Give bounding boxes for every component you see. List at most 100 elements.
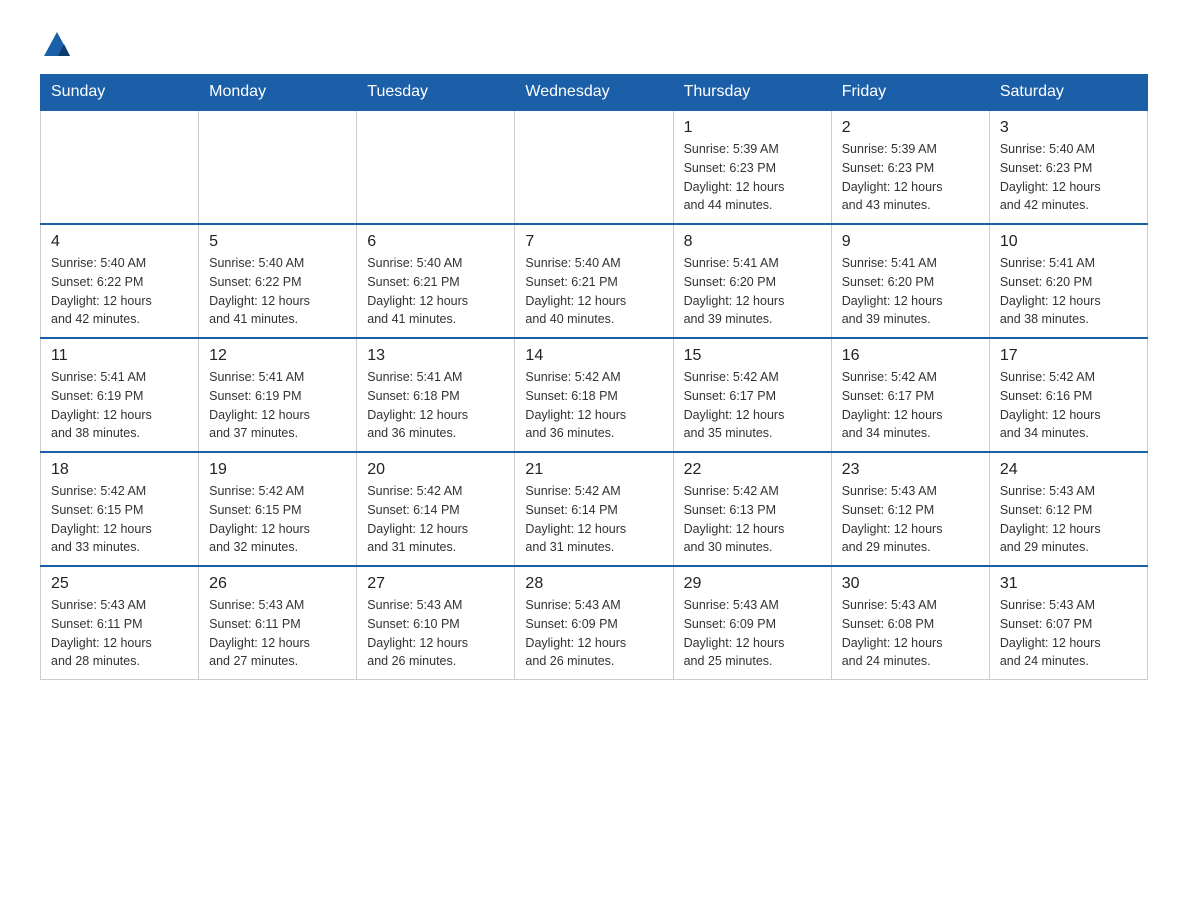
day-number: 24 bbox=[1000, 461, 1137, 479]
day-info: Sunrise: 5:41 AM Sunset: 6:20 PM Dayligh… bbox=[842, 254, 979, 329]
day-number: 20 bbox=[367, 461, 504, 479]
week-row-4: 18 Sunrise: 5:42 AM Sunset: 6:15 PM Dayli… bbox=[41, 452, 1148, 566]
calendar-cell: 25 Sunrise: 5:43 AM Sunset: 6:11 PM Dayli… bbox=[41, 566, 199, 680]
week-row-5: 25 Sunrise: 5:43 AM Sunset: 6:11 PM Dayli… bbox=[41, 566, 1148, 680]
day-info: Sunrise: 5:41 AM Sunset: 6:19 PM Dayligh… bbox=[209, 368, 346, 443]
calendar-cell: 23 Sunrise: 5:43 AM Sunset: 6:12 PM Dayli… bbox=[831, 452, 989, 566]
day-info: Sunrise: 5:42 AM Sunset: 6:15 PM Dayligh… bbox=[51, 482, 188, 557]
day-number: 15 bbox=[684, 347, 821, 365]
day-number: 12 bbox=[209, 347, 346, 365]
day-info: Sunrise: 5:42 AM Sunset: 6:14 PM Dayligh… bbox=[525, 482, 662, 557]
calendar-cell: 28 Sunrise: 5:43 AM Sunset: 6:09 PM Dayli… bbox=[515, 566, 673, 680]
day-number: 21 bbox=[525, 461, 662, 479]
calendar-cell: 11 Sunrise: 5:41 AM Sunset: 6:19 PM Dayli… bbox=[41, 338, 199, 452]
day-number: 10 bbox=[1000, 233, 1137, 251]
day-info: Sunrise: 5:41 AM Sunset: 6:18 PM Dayligh… bbox=[367, 368, 504, 443]
calendar-cell: 22Sunrise: 5:42 AM Sunset: 6:13 PM Dayli… bbox=[673, 452, 831, 566]
calendar-cell: 27 Sunrise: 5:43 AM Sunset: 6:10 PM Dayli… bbox=[357, 566, 515, 680]
day-number: 3 bbox=[1000, 119, 1137, 137]
calendar-cell: 29 Sunrise: 5:43 AM Sunset: 6:09 PM Dayli… bbox=[673, 566, 831, 680]
calendar-cell: 30Sunrise: 5:43 AM Sunset: 6:08 PM Dayli… bbox=[831, 566, 989, 680]
day-number: 19 bbox=[209, 461, 346, 479]
calendar-table: SundayMondayTuesdayWednesdayThursdayFrid… bbox=[40, 74, 1148, 680]
weekday-header-sunday: Sunday bbox=[41, 75, 199, 111]
day-number: 31 bbox=[1000, 575, 1137, 593]
day-number: 11 bbox=[51, 347, 188, 365]
day-number: 23 bbox=[842, 461, 979, 479]
weekday-header-row: SundayMondayTuesdayWednesdayThursdayFrid… bbox=[41, 75, 1148, 111]
calendar-cell bbox=[41, 110, 199, 224]
day-info: Sunrise: 5:42 AM Sunset: 6:16 PM Dayligh… bbox=[1000, 368, 1137, 443]
day-number: 27 bbox=[367, 575, 504, 593]
day-number: 7 bbox=[525, 233, 662, 251]
day-info: Sunrise: 5:42 AM Sunset: 6:14 PM Dayligh… bbox=[367, 482, 504, 557]
calendar-cell: 17 Sunrise: 5:42 AM Sunset: 6:16 PM Dayli… bbox=[989, 338, 1147, 452]
day-number: 2 bbox=[842, 119, 979, 137]
day-info: Sunrise: 5:43 AM Sunset: 6:11 PM Dayligh… bbox=[51, 596, 188, 671]
page-header bbox=[40, 30, 1148, 54]
weekday-header-saturday: Saturday bbox=[989, 75, 1147, 111]
week-row-1: 1 Sunrise: 5:39 AM Sunset: 6:23 PM Daylig… bbox=[41, 110, 1148, 224]
calendar-cell: 8 Sunrise: 5:41 AM Sunset: 6:20 PM Daylig… bbox=[673, 224, 831, 338]
day-number: 25 bbox=[51, 575, 188, 593]
day-info: Sunrise: 5:40 AM Sunset: 6:23 PM Dayligh… bbox=[1000, 140, 1137, 215]
week-row-3: 11 Sunrise: 5:41 AM Sunset: 6:19 PM Dayli… bbox=[41, 338, 1148, 452]
day-info: Sunrise: 5:42 AM Sunset: 6:17 PM Dayligh… bbox=[842, 368, 979, 443]
day-info: Sunrise: 5:40 AM Sunset: 6:21 PM Dayligh… bbox=[367, 254, 504, 329]
calendar-cell: 14Sunrise: 5:42 AM Sunset: 6:18 PM Dayli… bbox=[515, 338, 673, 452]
calendar-cell: 5Sunrise: 5:40 AM Sunset: 6:22 PM Daylig… bbox=[199, 224, 357, 338]
calendar-cell: 15 Sunrise: 5:42 AM Sunset: 6:17 PM Dayli… bbox=[673, 338, 831, 452]
logo bbox=[40, 30, 100, 54]
day-number: 1 bbox=[684, 119, 821, 137]
calendar-cell: 3 Sunrise: 5:40 AM Sunset: 6:23 PM Daylig… bbox=[989, 110, 1147, 224]
calendar-cell: 16 Sunrise: 5:42 AM Sunset: 6:17 PM Dayli… bbox=[831, 338, 989, 452]
calendar-cell: 1 Sunrise: 5:39 AM Sunset: 6:23 PM Daylig… bbox=[673, 110, 831, 224]
day-number: 6 bbox=[367, 233, 504, 251]
calendar-cell: 18 Sunrise: 5:42 AM Sunset: 6:15 PM Dayli… bbox=[41, 452, 199, 566]
calendar-cell: 24 Sunrise: 5:43 AM Sunset: 6:12 PM Dayli… bbox=[989, 452, 1147, 566]
calendar-cell: 12 Sunrise: 5:41 AM Sunset: 6:19 PM Dayli… bbox=[199, 338, 357, 452]
day-info: Sunrise: 5:41 AM Sunset: 6:19 PM Dayligh… bbox=[51, 368, 188, 443]
day-number: 4 bbox=[51, 233, 188, 251]
calendar-cell: 26Sunrise: 5:43 AM Sunset: 6:11 PM Dayli… bbox=[199, 566, 357, 680]
day-info: Sunrise: 5:39 AM Sunset: 6:23 PM Dayligh… bbox=[842, 140, 979, 215]
calendar-cell: 2 Sunrise: 5:39 AM Sunset: 6:23 PM Daylig… bbox=[831, 110, 989, 224]
calendar-cell bbox=[357, 110, 515, 224]
calendar-cell: 31Sunrise: 5:43 AM Sunset: 6:07 PM Dayli… bbox=[989, 566, 1147, 680]
day-number: 29 bbox=[684, 575, 821, 593]
day-info: Sunrise: 5:41 AM Sunset: 6:20 PM Dayligh… bbox=[1000, 254, 1137, 329]
day-number: 9 bbox=[842, 233, 979, 251]
day-number: 30 bbox=[842, 575, 979, 593]
day-number: 14 bbox=[525, 347, 662, 365]
calendar-cell: 6 Sunrise: 5:40 AM Sunset: 6:21 PM Daylig… bbox=[357, 224, 515, 338]
week-row-2: 4 Sunrise: 5:40 AM Sunset: 6:22 PM Daylig… bbox=[41, 224, 1148, 338]
day-info: Sunrise: 5:43 AM Sunset: 6:10 PM Dayligh… bbox=[367, 596, 504, 671]
day-info: Sunrise: 5:42 AM Sunset: 6:17 PM Dayligh… bbox=[684, 368, 821, 443]
calendar-cell: 19 Sunrise: 5:42 AM Sunset: 6:15 PM Dayli… bbox=[199, 452, 357, 566]
day-number: 8 bbox=[684, 233, 821, 251]
day-info: Sunrise: 5:43 AM Sunset: 6:09 PM Dayligh… bbox=[525, 596, 662, 671]
day-number: 16 bbox=[842, 347, 979, 365]
day-number: 5 bbox=[209, 233, 346, 251]
logo-icon bbox=[42, 30, 72, 60]
day-number: 17 bbox=[1000, 347, 1137, 365]
calendar-cell: 10 Sunrise: 5:41 AM Sunset: 6:20 PM Dayli… bbox=[989, 224, 1147, 338]
weekday-header-friday: Friday bbox=[831, 75, 989, 111]
calendar-cell: 4 Sunrise: 5:40 AM Sunset: 6:22 PM Daylig… bbox=[41, 224, 199, 338]
calendar-cell: 7Sunrise: 5:40 AM Sunset: 6:21 PM Daylig… bbox=[515, 224, 673, 338]
day-number: 13 bbox=[367, 347, 504, 365]
calendar-cell: 21 Sunrise: 5:42 AM Sunset: 6:14 PM Dayli… bbox=[515, 452, 673, 566]
day-info: Sunrise: 5:42 AM Sunset: 6:15 PM Dayligh… bbox=[209, 482, 346, 557]
calendar-cell bbox=[515, 110, 673, 224]
day-info: Sunrise: 5:43 AM Sunset: 6:12 PM Dayligh… bbox=[1000, 482, 1137, 557]
calendar-cell: 13 Sunrise: 5:41 AM Sunset: 6:18 PM Dayli… bbox=[357, 338, 515, 452]
day-number: 28 bbox=[525, 575, 662, 593]
day-number: 18 bbox=[51, 461, 188, 479]
day-info: Sunrise: 5:43 AM Sunset: 6:09 PM Dayligh… bbox=[684, 596, 821, 671]
weekday-header-thursday: Thursday bbox=[673, 75, 831, 111]
day-info: Sunrise: 5:43 AM Sunset: 6:12 PM Dayligh… bbox=[842, 482, 979, 557]
day-info: Sunrise: 5:41 AM Sunset: 6:20 PM Dayligh… bbox=[684, 254, 821, 329]
day-info: Sunrise: 5:40 AM Sunset: 6:22 PM Dayligh… bbox=[51, 254, 188, 329]
day-info: Sunrise: 5:39 AM Sunset: 6:23 PM Dayligh… bbox=[684, 140, 821, 215]
day-info: Sunrise: 5:42 AM Sunset: 6:13 PM Dayligh… bbox=[684, 482, 821, 557]
